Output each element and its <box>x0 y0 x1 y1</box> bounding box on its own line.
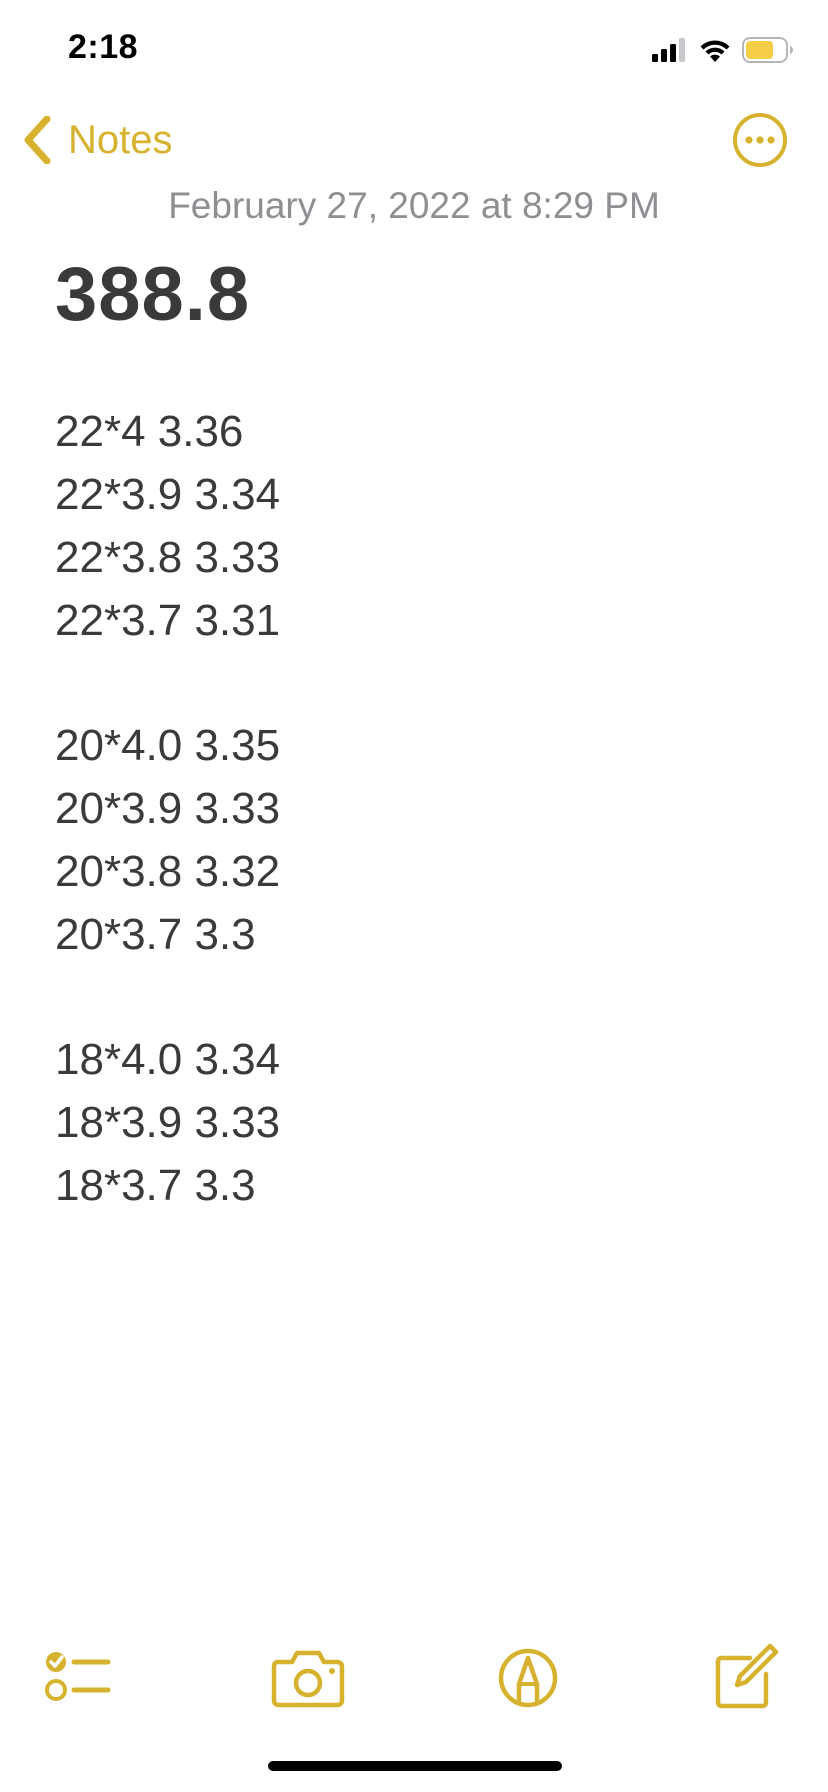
note-line: 20*3.8 3.32 <box>55 847 281 896</box>
checklist-icon[interactable] <box>42 1640 114 1712</box>
note-group: 20*4.0 3.35 20*3.9 3.33 20*3.8 3.32 20*3… <box>55 714 795 966</box>
note-line: 20*4.0 3.35 <box>55 721 281 770</box>
note-line: 20*3.9 3.33 <box>55 784 281 833</box>
note-date: February 27, 2022 at 8:29 PM <box>168 185 660 226</box>
nav-bar: Notes <box>0 100 828 180</box>
note-line: 22*3.9 3.34 <box>55 470 281 519</box>
note-line: 22*3.7 3.31 <box>55 596 281 645</box>
cellular-signal-icon <box>652 38 685 62</box>
note-group: 22*4 3.36 22*3.9 3.34 22*3.8 3.33 22*3.7… <box>55 400 795 652</box>
more-button[interactable] <box>732 112 788 168</box>
chevron-left-icon <box>24 116 51 164</box>
note-line: 18*3.7 3.3 <box>55 1161 256 1210</box>
battery-icon <box>742 37 793 63</box>
back-label: Notes <box>68 117 173 162</box>
note-line: 20*3.7 3.3 <box>55 910 256 959</box>
note-line: 18*3.9 3.33 <box>55 1098 281 1147</box>
status-icons <box>652 36 794 64</box>
home-indicator[interactable] <box>268 1761 562 1771</box>
compose-icon[interactable] <box>710 1640 782 1712</box>
note-line: 18*4.0 3.34 <box>55 1035 281 1084</box>
note-group: 18*4.0 3.34 18*3.9 3.33 18*3.7 3.3 <box>55 1028 795 1217</box>
note-line: 22*4 3.36 <box>55 407 244 456</box>
wifi-icon <box>700 40 730 62</box>
status-time: 2:18 <box>68 28 139 66</box>
note-line: 22*3.8 3.33 <box>55 533 281 582</box>
back-button[interactable]: Notes <box>22 110 173 170</box>
note-body[interactable]: 388.8 22*4 3.36 22*3.9 3.34 22*3.8 3.33 … <box>55 250 795 1217</box>
note-title: 388.8 <box>55 252 251 337</box>
camera-icon[interactable] <box>270 1640 346 1712</box>
bottom-toolbar <box>0 1640 828 1720</box>
status-bar: 2:18 <box>0 0 828 100</box>
markup-icon[interactable] <box>492 1640 564 1712</box>
